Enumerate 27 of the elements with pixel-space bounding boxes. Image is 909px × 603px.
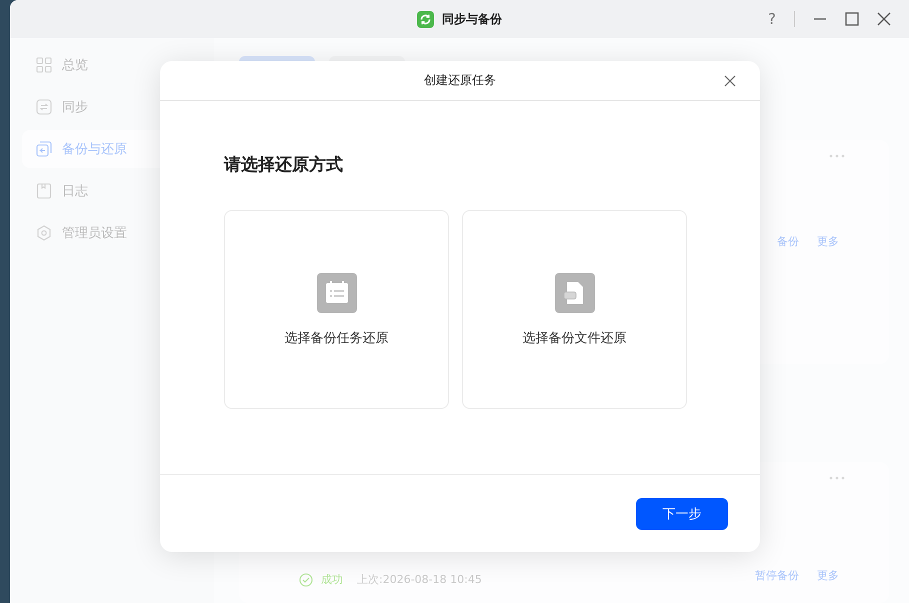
dialog-heading: 请选择还原方式 xyxy=(224,154,344,176)
close-icon[interactable] xyxy=(877,12,891,26)
hexagon-gear-icon xyxy=(36,225,52,241)
sidebar-item[interactable]: 日志 xyxy=(22,172,214,210)
calendar-list-icon xyxy=(316,272,356,312)
dialog-title: 创建还原任务 xyxy=(424,72,496,89)
action-link[interactable]: 更多 xyxy=(817,568,839,583)
grid-icon xyxy=(36,57,52,73)
maximize-icon[interactable] xyxy=(845,12,859,26)
restore-option-card[interactable]: 选择备份文件还原 xyxy=(462,210,687,409)
file-icon xyxy=(554,272,594,312)
restore-option-card[interactable]: 选择备份任务还原 xyxy=(224,210,449,409)
action-link[interactable]: 暂停备份 xyxy=(755,568,799,583)
status-text: 成功 xyxy=(321,572,343,587)
sidebar-item[interactable]: 总览 xyxy=(22,46,214,84)
close-icon[interactable] xyxy=(724,75,736,87)
sidebar-item[interactable]: 同步 xyxy=(22,88,214,126)
check-circle-icon xyxy=(299,572,313,586)
bookmark-page-icon xyxy=(36,183,52,199)
next-button[interactable]: 下一步 xyxy=(636,498,728,530)
sync-logo-icon xyxy=(417,10,434,28)
help-button[interactable]: ? xyxy=(768,11,776,27)
action-link[interactable]: 备份 xyxy=(777,234,799,249)
arrows-icon xyxy=(36,99,52,115)
sidebar-item[interactable]: 管理员设置 xyxy=(22,214,214,252)
window-title: 同步与备份 xyxy=(442,10,502,28)
action-link[interactable]: 更多 xyxy=(817,234,839,249)
